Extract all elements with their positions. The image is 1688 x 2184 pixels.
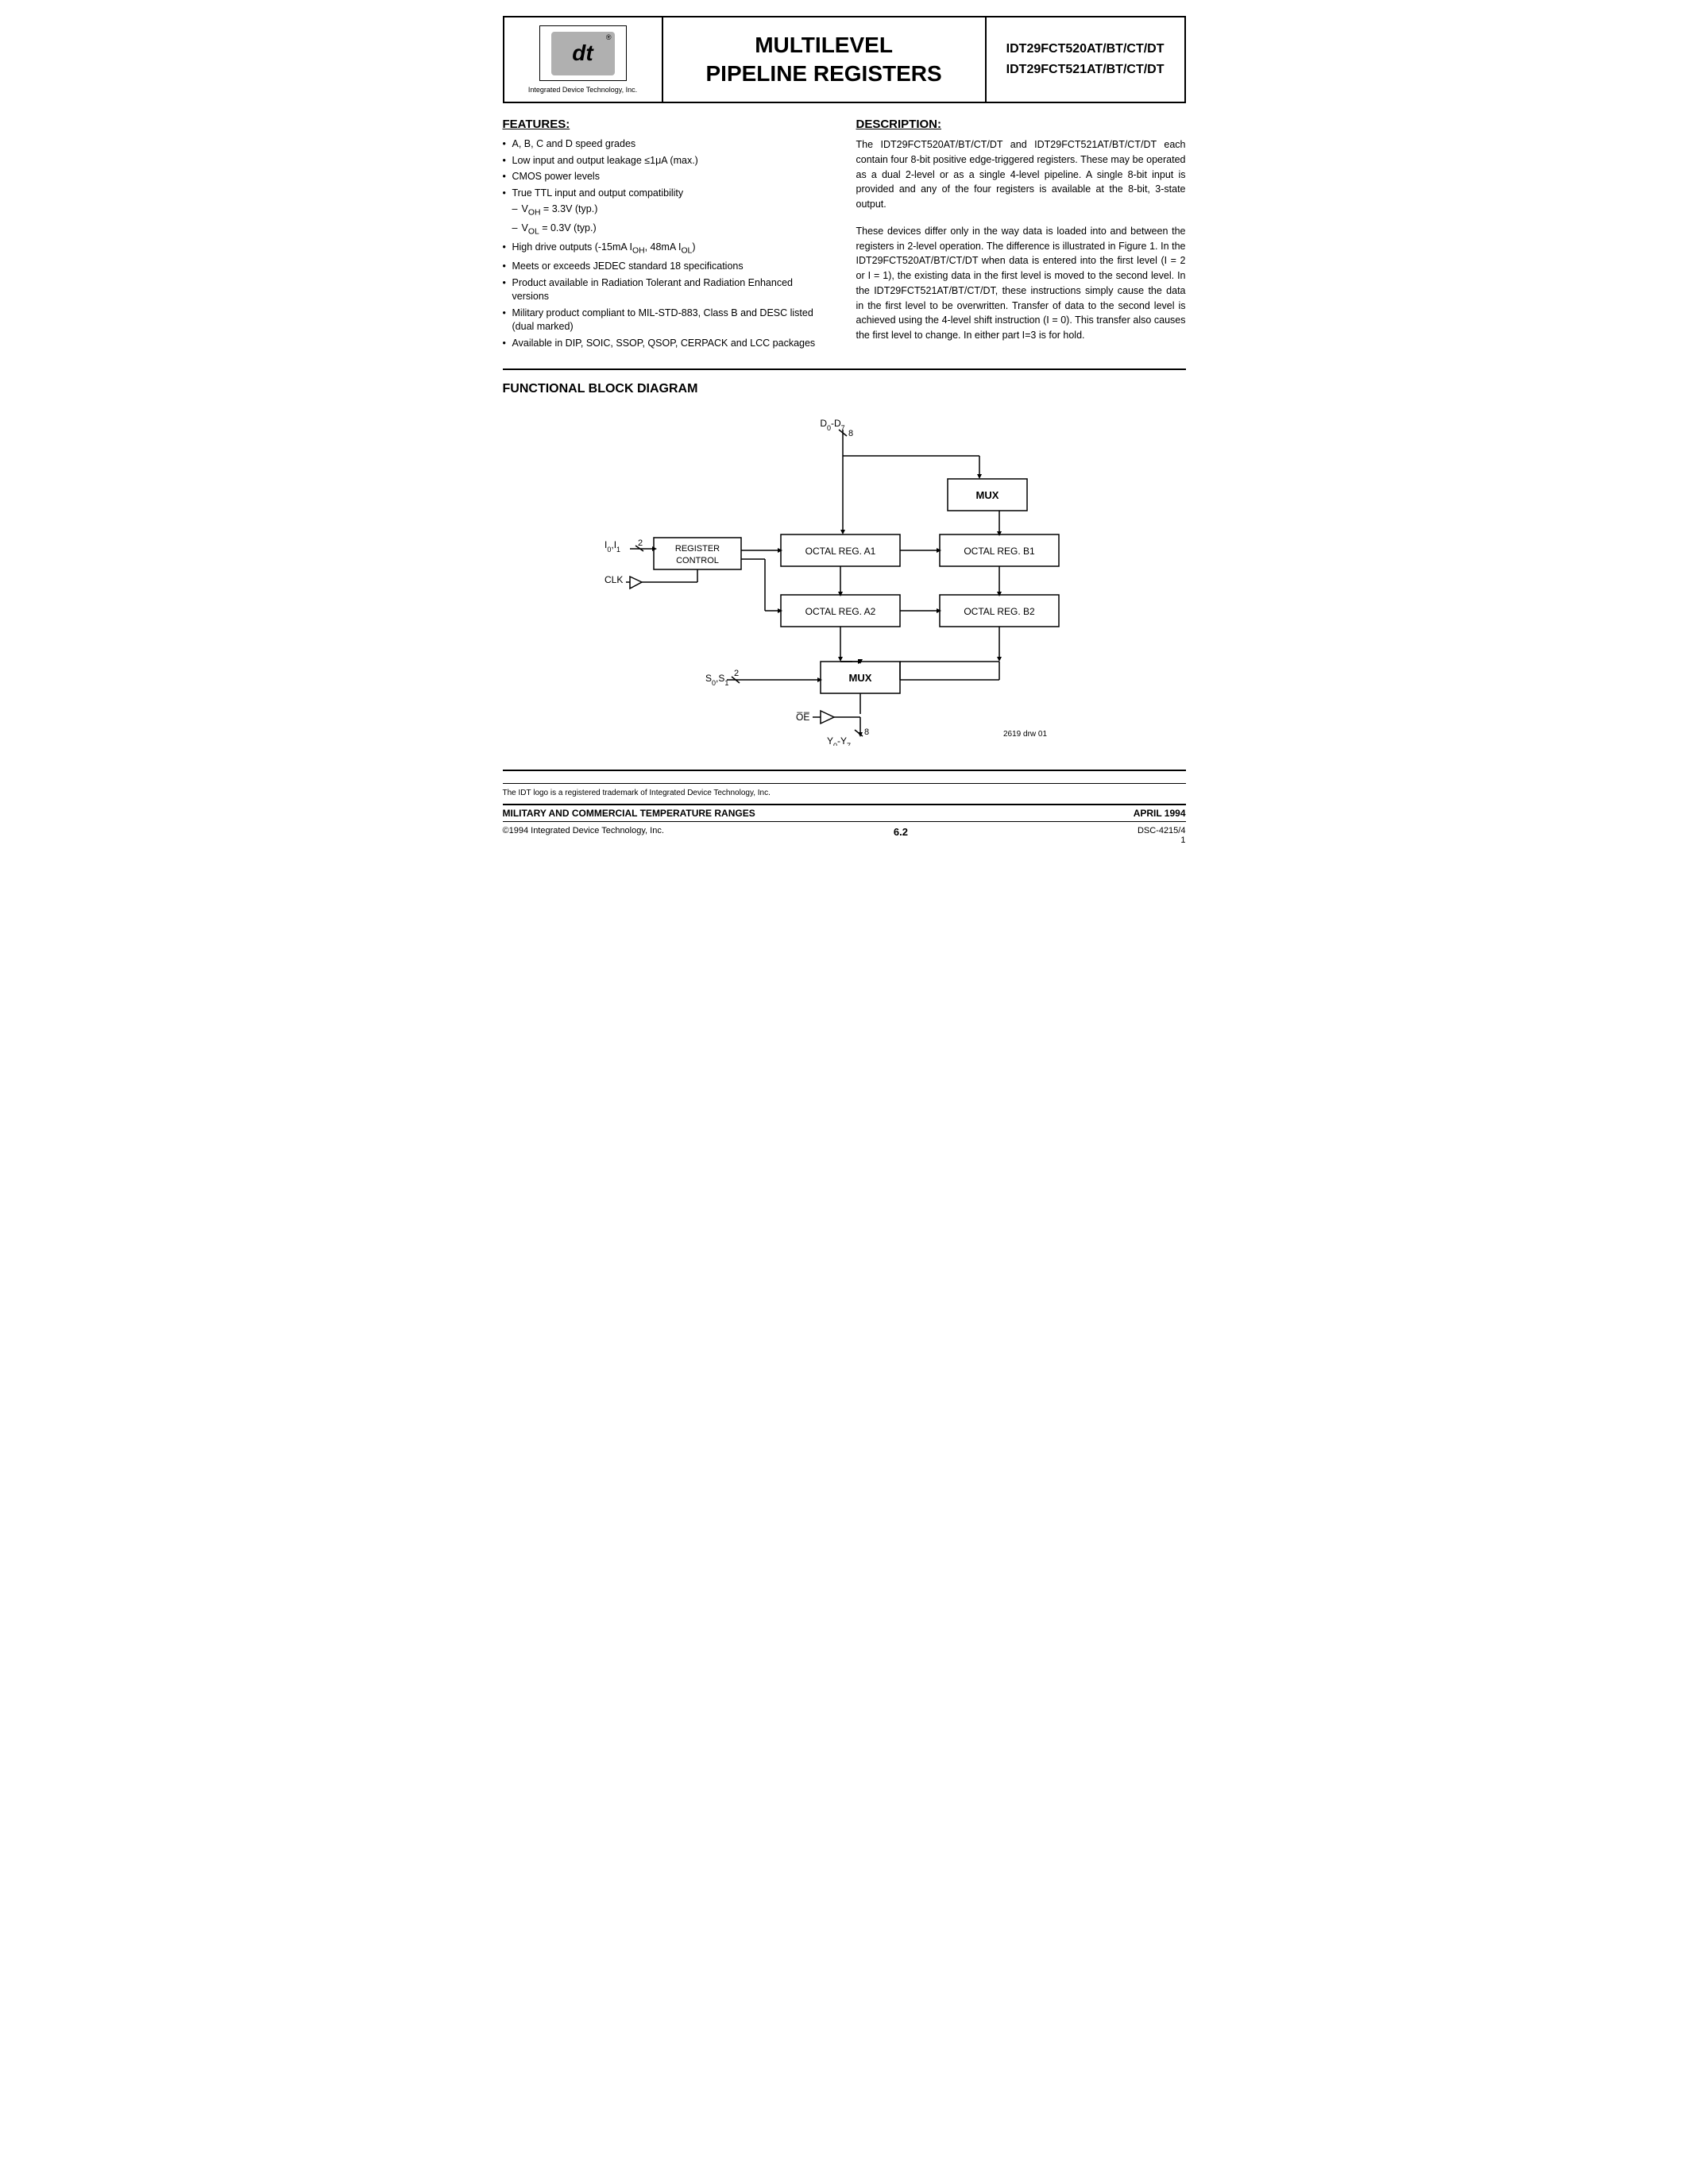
io-i1-label: I0,I1 xyxy=(605,539,620,554)
reg-control-label2: CONTROL xyxy=(676,556,719,565)
feature-item: A, B, C and D speed grades xyxy=(503,137,832,152)
feature-sub-item: VOL = 0.3V (typ.) xyxy=(503,222,832,238)
section-divider xyxy=(503,369,1186,370)
clk-label: CLK xyxy=(605,574,623,585)
octal-a2-label: OCTAL REG. A2 xyxy=(805,606,875,617)
feature-item: Military product compliant to MIL-STD-88… xyxy=(503,307,832,334)
bus2-io-label: 2 xyxy=(638,538,643,548)
logo-box: dt ® xyxy=(539,25,627,81)
feature-item: Product available in Radiation Tolerant … xyxy=(503,276,832,304)
feature-item: Meets or exceeds JEDEC standard 18 speci… xyxy=(503,260,832,274)
bus8-bottom-label: 8 xyxy=(864,727,869,737)
part-numbers-text: IDT29FCT520AT/BT/CT/DT IDT29FCT521AT/BT/… xyxy=(1006,39,1165,79)
description-column: DESCRIPTION: The IDT29FCT520AT/BT/CT/DT … xyxy=(856,118,1186,353)
bus2-s-label: 2 xyxy=(734,669,739,678)
header-title-section: MULTILEVEL PIPELINE REGISTERS xyxy=(663,17,985,102)
clk-buffer xyxy=(630,577,642,588)
y0y7-label: Y0-Y7 xyxy=(826,735,850,746)
footer-page-number: 6.2 xyxy=(894,826,908,845)
title-line2: PIPELINE REGISTERS xyxy=(706,60,942,88)
header: dt ® Integrated Device Technology, Inc. … xyxy=(503,16,1186,103)
footer-copyright: ©1994 Integrated Device Technology, Inc. xyxy=(503,826,664,845)
title-line1: MULTILEVEL xyxy=(706,31,942,60)
footer-doc-number: DSC-4215/4 xyxy=(1138,826,1186,835)
functional-block-diagram-svg: D0-D7 8 MUX OCTAL REG. A1 OCTAL REG. A2 xyxy=(550,412,1138,746)
d0d7-label: D0-D7 xyxy=(820,418,844,432)
footer-divider-top xyxy=(503,770,1186,771)
logo-dt-text: dt xyxy=(572,41,593,66)
feature-item: True TTL input and output compatibility xyxy=(503,187,832,201)
features-list: A, B, C and D speed grades Low input and… xyxy=(503,137,832,350)
description-title: DESCRIPTION: xyxy=(856,118,1186,131)
footer-bar-title: MILITARY AND COMMERCIAL TEMPERATURE RANG… xyxy=(503,808,755,819)
footer-bottom: ©1994 Integrated Device Technology, Inc.… xyxy=(503,826,1186,845)
header-title-text: MULTILEVEL PIPELINE REGISTERS xyxy=(706,31,942,89)
bus8-top-label: 8 xyxy=(848,429,853,438)
diagram-container: D0-D7 8 MUX OCTAL REG. A1 OCTAL REG. A2 xyxy=(503,412,1186,746)
octal-b1-label: OCTAL REG. B1 xyxy=(964,546,1035,557)
footer-trademark: The IDT logo is a registered trademark o… xyxy=(503,783,1186,797)
part-line1: IDT29FCT520AT/BT/CT/DT xyxy=(1006,39,1165,60)
features-title: FEATURES: xyxy=(503,118,832,131)
octal-a1-label: OCTAL REG. A1 xyxy=(805,546,875,557)
logo-reg-mark: ® xyxy=(606,33,612,41)
feature-item: High drive outputs (-15mA IOH, 48mA IOL) xyxy=(503,241,832,257)
reg-control-label1: REGISTER xyxy=(674,544,719,554)
drawing-number: 2619 drw 01 xyxy=(1003,730,1047,739)
logo-section: dt ® Integrated Device Technology, Inc. xyxy=(504,17,663,102)
logo-tagline: Integrated Device Technology, Inc. xyxy=(528,86,637,94)
oe-label: O̅E̅ xyxy=(796,712,809,723)
features-column: FEATURES: A, B, C and D speed grades Low… xyxy=(503,118,832,353)
feature-sub-item: VOH = 3.3V (typ.) xyxy=(503,203,832,219)
octal-b2-label: OCTAL REG. B2 xyxy=(964,606,1035,617)
feature-item: CMOS power levels xyxy=(503,170,832,184)
s0-s1-label: S0,S1 xyxy=(705,673,728,687)
header-part-numbers: IDT29FCT520AT/BT/CT/DT IDT29FCT521AT/BT/… xyxy=(985,17,1184,102)
footer-bar-date: APRIL 1994 xyxy=(1134,808,1186,819)
description-para1: The IDT29FCT520AT/BT/CT/DT and IDT29FCT5… xyxy=(856,137,1186,212)
feature-item: Low input and output leakage ≤1μA (max.) xyxy=(503,154,832,168)
footer-page-num-right: 1 xyxy=(1180,835,1185,845)
feature-item: Available in DIP, SOIC, SSOP, QSOP, CERP… xyxy=(503,337,832,351)
fbd-title: FUNCTIONAL BLOCK DIAGRAM xyxy=(503,382,1186,396)
features-description-section: FEATURES: A, B, C and D speed grades Low… xyxy=(503,118,1186,353)
mux-top-label: MUX xyxy=(975,489,999,501)
fbd-section: FUNCTIONAL BLOCK DIAGRAM D0-D7 8 MUX OCT… xyxy=(503,382,1186,746)
part-line2: IDT29FCT521AT/BT/CT/DT xyxy=(1006,60,1165,80)
mux-bottom-label: MUX xyxy=(848,672,871,684)
oe-buffer xyxy=(821,711,834,723)
footer-doc-info: DSC-4215/4 1 xyxy=(1138,826,1186,845)
description-para2: These devices differ only in the way dat… xyxy=(856,224,1186,343)
footer-bar: MILITARY AND COMMERCIAL TEMPERATURE RANG… xyxy=(503,804,1186,822)
